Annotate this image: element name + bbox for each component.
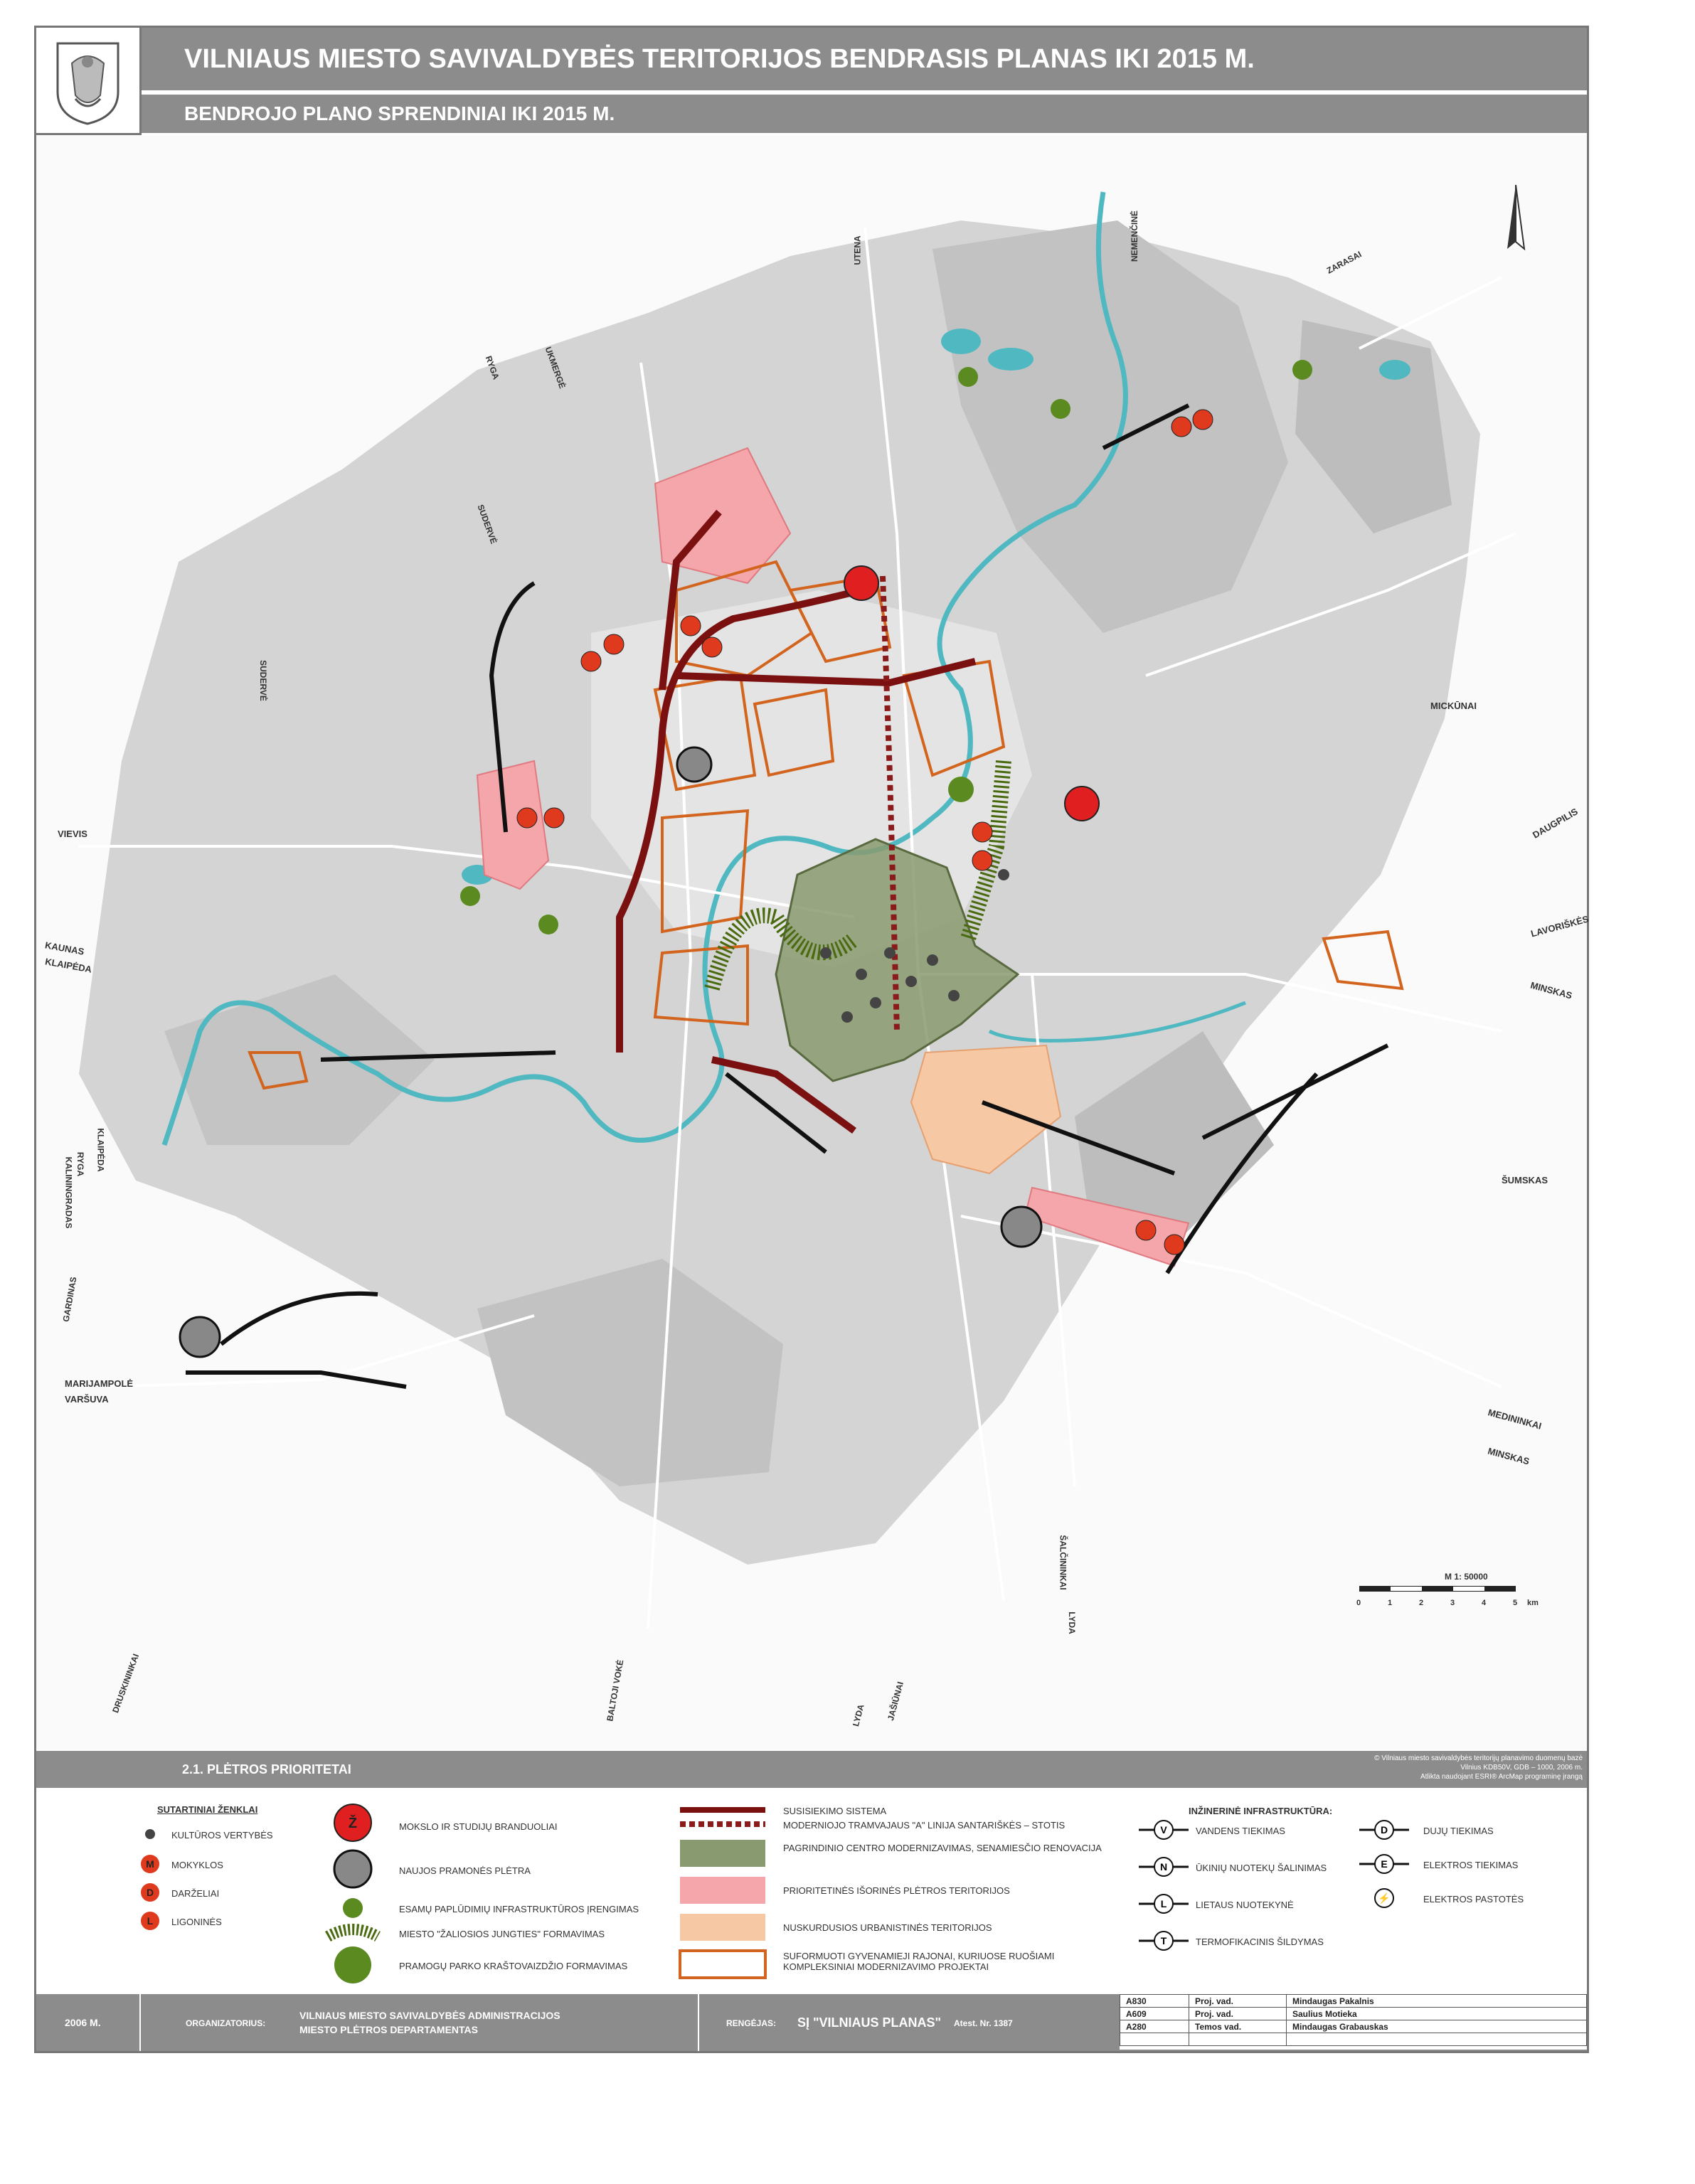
section-bar: 2.1. PLĖTROS PRIORITETAI © Vilniaus mies… [36, 1751, 1587, 1788]
scale-bar [1359, 1586, 1516, 1592]
legend-label: ŪKINIŲ NUOTEKŲ ŠALINIMAS [1196, 1863, 1327, 1873]
infra-symbols-left: V N L T [1139, 1820, 1189, 1951]
page-title: VILNIAUS MIESTO SAVIVALDYBĖS TERITORIJOS… [142, 28, 1587, 90]
direction-label: ŠUMSKAS [1502, 1175, 1548, 1186]
infra-symbols-right: D E ⚡ [1359, 1820, 1409, 1908]
legend-label: DUJŲ TIEKIMAS [1423, 1826, 1494, 1836]
section-title: 2.1. PLĖTROS PRIORITETAI [182, 1762, 351, 1777]
direction-label: VIEVIS [58, 829, 87, 839]
direction-label: VARŠUVA [65, 1394, 109, 1405]
copyright: © Vilniaus miesto savivaldybės teritorij… [1374, 1754, 1583, 1781]
organizer-label: ORGANIZATORIUS: [186, 2018, 266, 2028]
map-canvas [79, 184, 1526, 1629]
coat-of-arms-icon [56, 42, 119, 125]
footer: 2006 M. ORGANIZATORIUS: VILNIAUS MIESTO … [36, 1994, 1587, 2051]
developer-label: RENGĖJAS: [726, 2018, 777, 2028]
developer-name: SĮ "VILNIAUS PLANAS" [797, 2015, 942, 2030]
coat-of-arms-box [36, 28, 142, 135]
legend-label: SUSISIEKIMO SISTEMA [783, 1806, 887, 1816]
svg-text:D: D [1381, 1824, 1388, 1836]
svg-text:M: M [146, 1858, 154, 1870]
svg-text:D: D [147, 1887, 154, 1898]
footer-year: 2006 M. [65, 2017, 101, 2028]
legend-label: NUSKURDUSIOS URBANISTINĖS TERITORIJOS [783, 1922, 992, 1933]
direction-label: RYGA [75, 1151, 86, 1177]
map-sheet: VILNIAUS MIESTO SAVIVALDYBĖS TERITORIJOS… [34, 26, 1590, 2053]
direction-label: ŠALČININKAI [1058, 1535, 1068, 1590]
legend-label: SUFORMUOTI GYVENAMIEJI RAJONAI, KURIUOSE… [783, 1951, 1055, 1972]
legend-label: MOKYKLOS [171, 1860, 223, 1870]
direction-label: KALININGRADAS [63, 1156, 74, 1229]
direction-label: SUDERVĖ [257, 660, 268, 701]
legend-label: PAGRINDINIO CENTRO MODERNIZAVIMAS, SENAM… [783, 1843, 1102, 1853]
direction-label: MARIJAMPOLĖ [65, 1378, 134, 1389]
lake [1379, 360, 1410, 380]
svg-text:N: N [1160, 1861, 1167, 1873]
direction-label: KLAIPĖDA [95, 1128, 106, 1172]
direction-label: NEMENČINĖ [1130, 210, 1140, 262]
page-subtitle: BENDROJO PLANO SPRENDINIAI IKI 2015 M. [142, 95, 1587, 133]
credits-table: A830 Proj. vad. Mindaugas Pakalnis A609 … [1120, 1994, 1587, 2050]
organizer-department: MIESTO PLĖTROS DEPARTAMENTAS [299, 2024, 478, 2035]
legend-symbols-col2: Ž [325, 1804, 381, 1983]
legend-label: MOKSLO IR STUDIJŲ BRANDUOLIAI [399, 1821, 558, 1832]
svg-text:T: T [1161, 1935, 1167, 1946]
certificate: Atest. Nr. 1387 [954, 2018, 1013, 2028]
lake [988, 348, 1034, 371]
north-arrow-icon [1507, 184, 1526, 251]
legend-label: MIESTO "ŽALIOSIOS JUNGTIES" FORMAVIMAS [399, 1929, 605, 1939]
legend: SUTARTINIAI ŽENKLAI M D L KULTŪROS VERTY… [36, 1790, 1587, 1992]
direction-label: UTENA [852, 235, 863, 265]
svg-text:L: L [147, 1915, 154, 1927]
svg-text:Ž: Ž [349, 1814, 357, 1831]
svg-text:⚡: ⚡ [1378, 1892, 1390, 1905]
legend-label: KULTŪROS VERTYBĖS [171, 1830, 273, 1841]
legend-label: TERMOFIKACINIS ŠILDYMAS [1196, 1937, 1324, 1947]
table-row: A609 Proj. vad. Saulius Motieka [1120, 2007, 1587, 2020]
lake [941, 329, 981, 354]
svg-text:V: V [1160, 1824, 1167, 1836]
svg-text:E: E [1381, 1858, 1387, 1870]
table-row: A280 Temos vad. Mindaugas Grabauskas [1120, 2020, 1587, 2033]
legend-label: LIGONINĖS [171, 1917, 222, 1927]
city-map: UTENA NEMENČINĖ ZARASAI UKMERGĖ RYGA SUD… [36, 135, 1590, 1749]
legend-symbols-col3 [679, 1807, 767, 1979]
organizer-name: VILNIAUS MIESTO SAVIVALDYBĖS ADMINISTRAC… [299, 2010, 560, 2021]
scale-label: M 1: 50000 [1445, 1572, 1488, 1582]
legend-label: MODERNIOJO TRAMVAJAUS "A" LINIJA SANTARI… [783, 1820, 1066, 1831]
infra-heading: INŽINERINĖ INFRASTRUKTŪRA: [1189, 1806, 1333, 1816]
legend-label: LIETAUS NUOTEKYNĖ [1196, 1900, 1294, 1910]
direction-label: LYDA [1066, 1612, 1077, 1634]
legend-label: ESAMŲ PAPLŪDIMIŲ INFRASTRUKTŪROS ĮRENGIM… [399, 1904, 639, 1914]
direction-label: MICKŪNAI [1430, 701, 1477, 711]
legend-label: DARŽELIAI [171, 1888, 220, 1899]
legend-heading: SUTARTINIAI ŽENKLAI [157, 1804, 258, 1815]
table-row [1120, 2033, 1587, 2046]
legend-label: NAUJOS PRAMONĖS PLĖTRA [399, 1865, 531, 1876]
legend-label: ELEKTROS PASTOTĖS [1423, 1894, 1524, 1905]
legend-label: VANDENS TIEKIMAS [1196, 1826, 1285, 1836]
table-row: A830 Proj. vad. Mindaugas Pakalnis [1120, 1994, 1587, 2008]
legend-label: PRIORITETINĖS IŠORINĖS PLĖTROS TERITORIJ… [783, 1885, 1010, 1896]
legend-symbols-col1: M D L [141, 1829, 159, 1930]
legend-label: ELEKTROS TIEKIMAS [1423, 1860, 1519, 1870]
svg-text:L: L [1161, 1898, 1167, 1909]
legend-label: PRAMOGŲ PARKO KRAŠTOVAIZDŽIO FORMAVIMAS [399, 1961, 628, 1971]
